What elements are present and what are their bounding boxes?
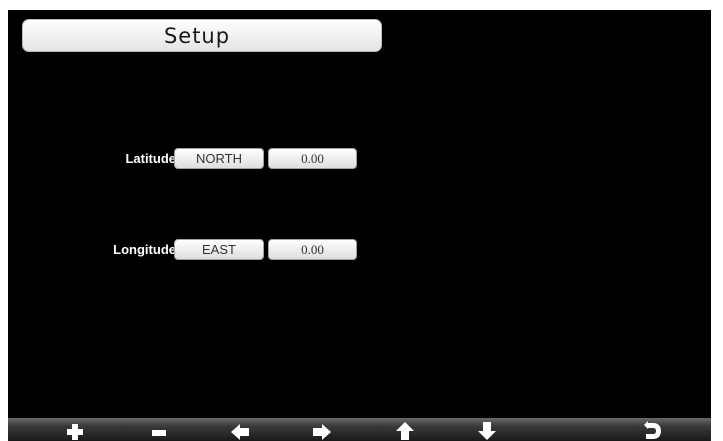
minus-icon <box>152 430 166 436</box>
latitude-value-field[interactable]: 0.00 <box>268 148 357 169</box>
down-button[interactable] <box>470 419 504 441</box>
longitude-row: Longitude EAST 0.00 <box>8 239 408 260</box>
plus-icon <box>67 424 83 440</box>
up-button[interactable] <box>388 419 422 441</box>
longitude-label: Longitude <box>113 242 176 257</box>
arrow-down-icon <box>478 422 496 440</box>
left-button[interactable] <box>223 419 257 441</box>
return-icon <box>644 421 661 439</box>
arrow-left-icon <box>231 424 249 440</box>
arrow-right-icon <box>313 424 331 440</box>
latitude-label: Latitude <box>125 151 176 166</box>
right-button[interactable] <box>305 419 339 441</box>
minus-button[interactable] <box>142 419 176 441</box>
plus-button[interactable] <box>58 419 92 441</box>
longitude-value-field[interactable]: 0.00 <box>268 239 357 260</box>
setup-screen: Setup Latitude NORTH 0.00 Longitude EAST… <box>8 10 711 441</box>
arrow-up-icon <box>396 422 414 440</box>
bottom-toolbar <box>8 418 711 441</box>
longitude-direction-field[interactable]: EAST <box>174 239 264 260</box>
page-title: Setup <box>163 23 231 48</box>
latitude-row: Latitude NORTH 0.00 <box>8 148 408 169</box>
return-button[interactable] <box>635 419 669 441</box>
latitude-direction-field[interactable]: NORTH <box>174 148 264 169</box>
title-bar: Setup <box>22 19 382 52</box>
